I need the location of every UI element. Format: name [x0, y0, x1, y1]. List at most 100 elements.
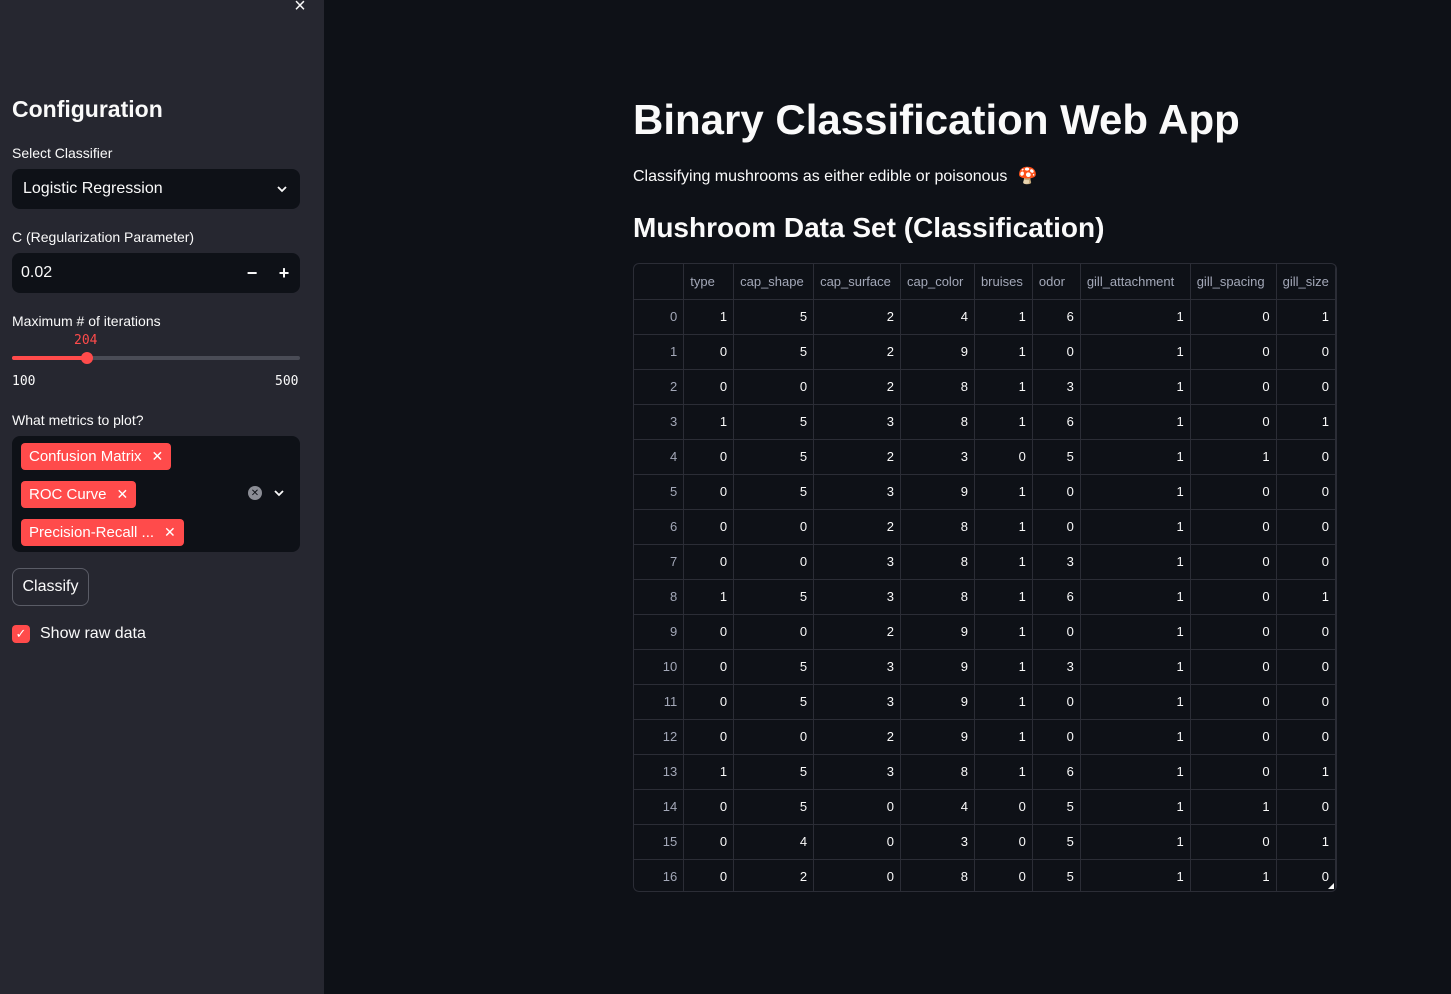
table-cell[interactable]: 2: [813, 334, 902, 370]
clear-all-icon[interactable]: ✕: [248, 486, 262, 500]
table-cell[interactable]: 5: [1032, 824, 1081, 860]
table-cell[interactable]: 1: [1080, 509, 1191, 545]
column-header[interactable]: type: [683, 264, 735, 300]
table-cell[interactable]: 0: [1190, 474, 1277, 510]
table-cell[interactable]: 5: [733, 649, 815, 685]
iterations-slider[interactable]: [12, 352, 300, 364]
table-cell[interactable]: 8: [900, 544, 975, 580]
table-cell[interactable]: 0: [1032, 334, 1081, 370]
show-raw-data-checkbox-row[interactable]: ✓ Show raw data: [12, 625, 146, 643]
checkbox-checked-icon[interactable]: ✓: [12, 625, 30, 643]
table-cell[interactable]: 8: [900, 509, 975, 545]
table-cell[interactable]: 5: [733, 299, 815, 335]
column-header[interactable]: cap_surface: [813, 264, 902, 300]
table-cell[interactable]: 3: [813, 684, 902, 720]
table-cell[interactable]: 0: [683, 544, 735, 580]
table-cell[interactable]: 0: [1190, 684, 1277, 720]
table-cell[interactable]: 0: [683, 859, 735, 891]
row-index[interactable]: 3: [634, 404, 685, 440]
table-cell[interactable]: 1: [683, 579, 735, 615]
table-cell[interactable]: 0: [1276, 614, 1336, 650]
table-cell[interactable]: 5: [733, 789, 815, 825]
table-cell[interactable]: 5: [733, 334, 815, 370]
classify-button[interactable]: Classify: [12, 568, 89, 606]
table-cell[interactable]: 0: [813, 824, 902, 860]
table-cell[interactable]: 1: [974, 579, 1033, 615]
table-cell[interactable]: 5: [733, 439, 815, 475]
table-cell[interactable]: 8: [900, 404, 975, 440]
c-param-value[interactable]: 0.02: [12, 264, 236, 282]
metrics-multiselect[interactable]: Confusion Matrix ✕ ROC Curve ✕ Precision…: [12, 436, 300, 552]
table-cell[interactable]: 0: [974, 824, 1033, 860]
table-cell[interactable]: 1: [974, 649, 1033, 685]
table-cell[interactable]: 0: [1276, 369, 1336, 405]
table-cell[interactable]: 5: [733, 754, 815, 790]
table-cell[interactable]: 0: [733, 509, 815, 545]
table-cell[interactable]: 0: [974, 789, 1033, 825]
table-cell[interactable]: 1: [1080, 754, 1191, 790]
table-cell[interactable]: 0: [683, 369, 735, 405]
table-cell[interactable]: 1: [1276, 824, 1336, 860]
row-index[interactable]: 7: [634, 544, 685, 580]
row-index[interactable]: 1: [634, 334, 685, 370]
table-cell[interactable]: 0: [1032, 474, 1081, 510]
table-cell[interactable]: 0: [1190, 334, 1277, 370]
table-cell[interactable]: 6: [1032, 579, 1081, 615]
table-cell[interactable]: 2: [813, 509, 902, 545]
table-cell[interactable]: 0: [1276, 859, 1336, 891]
table-cell[interactable]: 0: [1032, 684, 1081, 720]
c-param-input[interactable]: 0.02 − +: [12, 253, 300, 293]
table-cell[interactable]: 0: [1190, 649, 1277, 685]
row-index[interactable]: 16: [634, 859, 685, 891]
table-cell[interactable]: 0: [733, 614, 815, 650]
classifier-select[interactable]: Logistic Regression: [12, 169, 300, 209]
table-cell[interactable]: 3: [1032, 369, 1081, 405]
table-cell[interactable]: 1: [974, 684, 1033, 720]
table-cell[interactable]: 1: [1080, 404, 1191, 440]
table-cell[interactable]: 1: [1080, 789, 1191, 825]
increment-button[interactable]: +: [268, 253, 300, 293]
row-index[interactable]: 4: [634, 439, 685, 475]
table-cell[interactable]: 2: [733, 859, 815, 891]
table-cell[interactable]: 1: [683, 754, 735, 790]
table-cell[interactable]: 0: [1190, 544, 1277, 580]
table-cell[interactable]: 0: [683, 719, 735, 755]
table-cell[interactable]: 0: [683, 614, 735, 650]
table-cell[interactable]: 1: [1080, 334, 1191, 370]
table-cell[interactable]: 1: [1080, 824, 1191, 860]
table-cell[interactable]: 5: [733, 474, 815, 510]
table-cell[interactable]: 0: [733, 369, 815, 405]
table-cell[interactable]: 1: [1276, 299, 1336, 335]
table-cell[interactable]: 3: [813, 474, 902, 510]
table-cell[interactable]: 1: [1276, 579, 1336, 615]
table-cell[interactable]: 1: [974, 299, 1033, 335]
column-header[interactable]: odor: [1032, 264, 1081, 300]
column-header[interactable]: gill_spacing: [1190, 264, 1277, 300]
table-cell[interactable]: 0: [683, 509, 735, 545]
table-cell[interactable]: 6: [1032, 299, 1081, 335]
table-cell[interactable]: 0: [1276, 649, 1336, 685]
table-cell[interactable]: 3: [813, 649, 902, 685]
table-cell[interactable]: 5: [733, 579, 815, 615]
table-cell[interactable]: 1: [1190, 859, 1277, 891]
remove-tag-icon[interactable]: ✕: [117, 486, 129, 503]
column-header[interactable]: cap_shape: [733, 264, 815, 300]
table-cell[interactable]: 5: [1032, 439, 1081, 475]
table-cell[interactable]: 1: [1080, 474, 1191, 510]
table-cell[interactable]: 3: [900, 824, 975, 860]
table-cell[interactable]: 0: [974, 859, 1033, 891]
table-cell[interactable]: 0: [1276, 334, 1336, 370]
column-header[interactable]: bruises: [974, 264, 1033, 300]
table-cell[interactable]: 0: [1190, 719, 1277, 755]
table-cell[interactable]: 1: [1276, 404, 1336, 440]
table-cell[interactable]: 5: [1032, 859, 1081, 891]
row-index[interactable]: 11: [634, 684, 685, 720]
row-index[interactable]: 8: [634, 579, 685, 615]
table-cell[interactable]: 0: [733, 544, 815, 580]
table-cell[interactable]: 0: [1190, 754, 1277, 790]
table-cell[interactable]: 0: [1276, 719, 1336, 755]
table-cell[interactable]: 0: [1276, 509, 1336, 545]
table-cell[interactable]: 0: [683, 649, 735, 685]
table-cell[interactable]: 8: [900, 754, 975, 790]
table-cell[interactable]: 1: [974, 404, 1033, 440]
